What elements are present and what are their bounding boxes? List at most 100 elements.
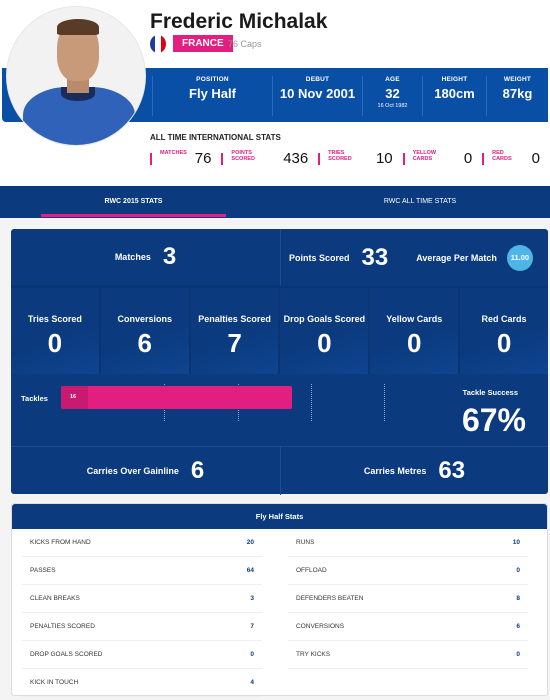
tile-label: Yellow Cards	[386, 314, 443, 324]
ati-label: YELLOW CARDS	[412, 150, 437, 162]
stat-value: 63	[438, 457, 466, 484]
stat-row-value: 0	[516, 651, 520, 658]
tile-label: Tries Scored	[27, 314, 82, 324]
stat-row-label: PASSES	[30, 567, 56, 574]
stat-value: 33	[361, 243, 389, 271]
info-value: 180cm	[434, 86, 475, 101]
tile-value: 0	[406, 328, 422, 358]
stat-row: PENALTIES SCORED 7	[22, 613, 262, 641]
stat-row: CLEAN BREAKS 3	[22, 585, 262, 613]
stat-row-label: CLEAN BREAKS	[30, 595, 80, 602]
info-position: POSITION Fly Half	[152, 76, 272, 116]
carries-section: Carries Over Gainline 6 Carries Metres 6…	[11, 446, 548, 495]
tile-value: 0	[47, 328, 63, 358]
country-badge[interactable]: FRANCE	[173, 35, 233, 52]
ati-value: 0	[463, 150, 473, 167]
tackle-success-label: Tackle Success	[462, 388, 518, 397]
stat-value: 6	[190, 457, 205, 484]
stat-row-label: PENALTIES SCORED	[30, 623, 95, 630]
stat-label: Points Scored	[289, 252, 350, 263]
tile-label: Penalties Scored	[198, 314, 271, 324]
fly-half-title: Fly Half Stats	[12, 504, 547, 529]
stat-row: KICKS FROM HAND 20	[22, 529, 262, 557]
info-age: AGE 32 16 Oct 1982	[362, 76, 422, 116]
stat-row-value: 6	[516, 623, 520, 630]
stat-label: Carries Metres	[363, 466, 427, 476]
hair-graphic	[57, 19, 99, 35]
player-photo	[6, 6, 146, 146]
stat-row-label: KICKS FROM HAND	[30, 539, 91, 546]
ati-value: 76	[194, 150, 212, 167]
ati-red: RED CARDS 0	[482, 150, 540, 167]
carries-metres: Carries Metres 63	[280, 447, 548, 495]
all-time-title: ALL TIME INTERNATIONAL STATS	[150, 133, 281, 142]
stat-row-label: CONVERSIONS	[296, 623, 345, 630]
stat-row: KICK IN TOUCH 4	[22, 669, 262, 697]
active-tab-indicator	[41, 214, 226, 217]
tile-label: Red Cards	[481, 314, 527, 324]
stat-row-value: 4	[250, 679, 254, 686]
stat-row: CONVERSIONS 6	[288, 613, 528, 641]
tile-penalties: Penalties Scored 7	[190, 286, 281, 374]
tab-rwc-all-time[interactable]: RWC ALL TIME STATS	[320, 186, 520, 218]
carries-over-gainline: Carries Over Gainline 6	[11, 447, 280, 495]
tile-yellow-cards: Yellow Cards 0	[370, 286, 461, 374]
stat-row-value: 7	[250, 623, 254, 630]
stat-row: DEFENDERS BEATEN 8	[288, 585, 528, 613]
stat-row-value: 3	[250, 595, 254, 602]
ati-value: 436	[283, 150, 309, 167]
fly-half-left-column: KICKS FROM HAND 20 PASSES 64 CLEAN BREAKS 3 PE…	[22, 529, 262, 697]
stat-row-label: DEFENDERS BEATEN	[296, 595, 364, 602]
stat-row-label: RUNS	[296, 539, 315, 546]
info-sub: 16 Oct 1982	[377, 103, 408, 109]
ati-label: RED CARDS	[492, 150, 512, 162]
info-value: 32	[385, 86, 400, 101]
gridline	[311, 384, 312, 421]
all-time-stats: MATCHES 76 POINTS SCORED 436 TRIES SCORED 1…	[150, 150, 550, 167]
info-label: WEIGHT	[503, 76, 532, 83]
stat-row-label: TRY KICKS	[296, 651, 331, 658]
tackles-bar: 16	[61, 386, 292, 409]
rwc-stats-panel: Matches 3 Points Scored 33 Average Per M…	[11, 229, 548, 495]
ati-label: TRIES SCORED	[328, 150, 352, 162]
stat-row: PASSES 64	[22, 557, 262, 585]
info-weight: WEIGHT 87kg	[486, 76, 548, 116]
tile-value: 7	[227, 328, 242, 358]
ati-value: 0	[531, 150, 540, 167]
fly-half-right-column: RUNS 10 OFFLOAD 0 DEFENDERS BEATEN 8 CONVERSIO…	[288, 529, 528, 669]
tackles-label: Tackles	[21, 394, 48, 403]
matches-stat: Matches 3	[11, 229, 280, 286]
ati-matches: MATCHES 76	[150, 150, 211, 167]
info-value: 10 Nov 2001	[279, 86, 356, 101]
info-height: HEIGHT 180cm	[422, 76, 486, 116]
average-badge: 11.00	[506, 244, 533, 271]
info-label: HEIGHT	[441, 76, 468, 83]
info-value: 87kg	[502, 86, 533, 101]
stat-row-label: OFFLOAD	[296, 567, 327, 574]
points-stat: Points Scored 33 Average Per Match 11.00	[280, 229, 548, 286]
ati-yellow: YELLOW CARDS 0	[402, 150, 473, 167]
tile-red-cards: Red Cards 0	[460, 286, 548, 374]
stat-row: OFFLOAD 0	[288, 557, 528, 585]
info-label: AGE	[385, 76, 400, 83]
tackle-success-value: 67%	[461, 402, 526, 438]
stat-row-value: 20	[246, 539, 254, 546]
stat-row-label: DROP GOALS SCORED	[30, 651, 103, 658]
tile-conversions: Conversions 6	[100, 286, 191, 374]
tile-tries: Tries Scored 0	[11, 286, 101, 374]
info-debut: DEBUT 10 Nov 2001	[272, 76, 362, 116]
stat-row: TRY KICKS 0	[288, 641, 528, 669]
tile-label: Conversions	[117, 314, 172, 324]
tile-value: 6	[137, 328, 152, 358]
tackles-section: Tackles 16 Tackle Success 67%	[11, 374, 548, 446]
stat-row-value: 0	[250, 651, 254, 658]
fly-half-stats: Fly Half Stats KICKS FROM HAND 20 PASSES 64…	[11, 503, 548, 697]
stat-row-value: 10	[512, 539, 520, 546]
tile-value: 0	[317, 328, 332, 358]
stat-tiles: Tries Scored 0 Conversions 6 Penalties Sco…	[11, 286, 548, 374]
stat-row-label: KICK IN TOUCH	[30, 679, 79, 686]
stat-label: Matches	[114, 252, 151, 262]
stat-row: RUNS 10	[288, 529, 528, 557]
tile-value: 0	[496, 328, 512, 358]
ati-tries: TRIES SCORED 10	[318, 150, 393, 167]
